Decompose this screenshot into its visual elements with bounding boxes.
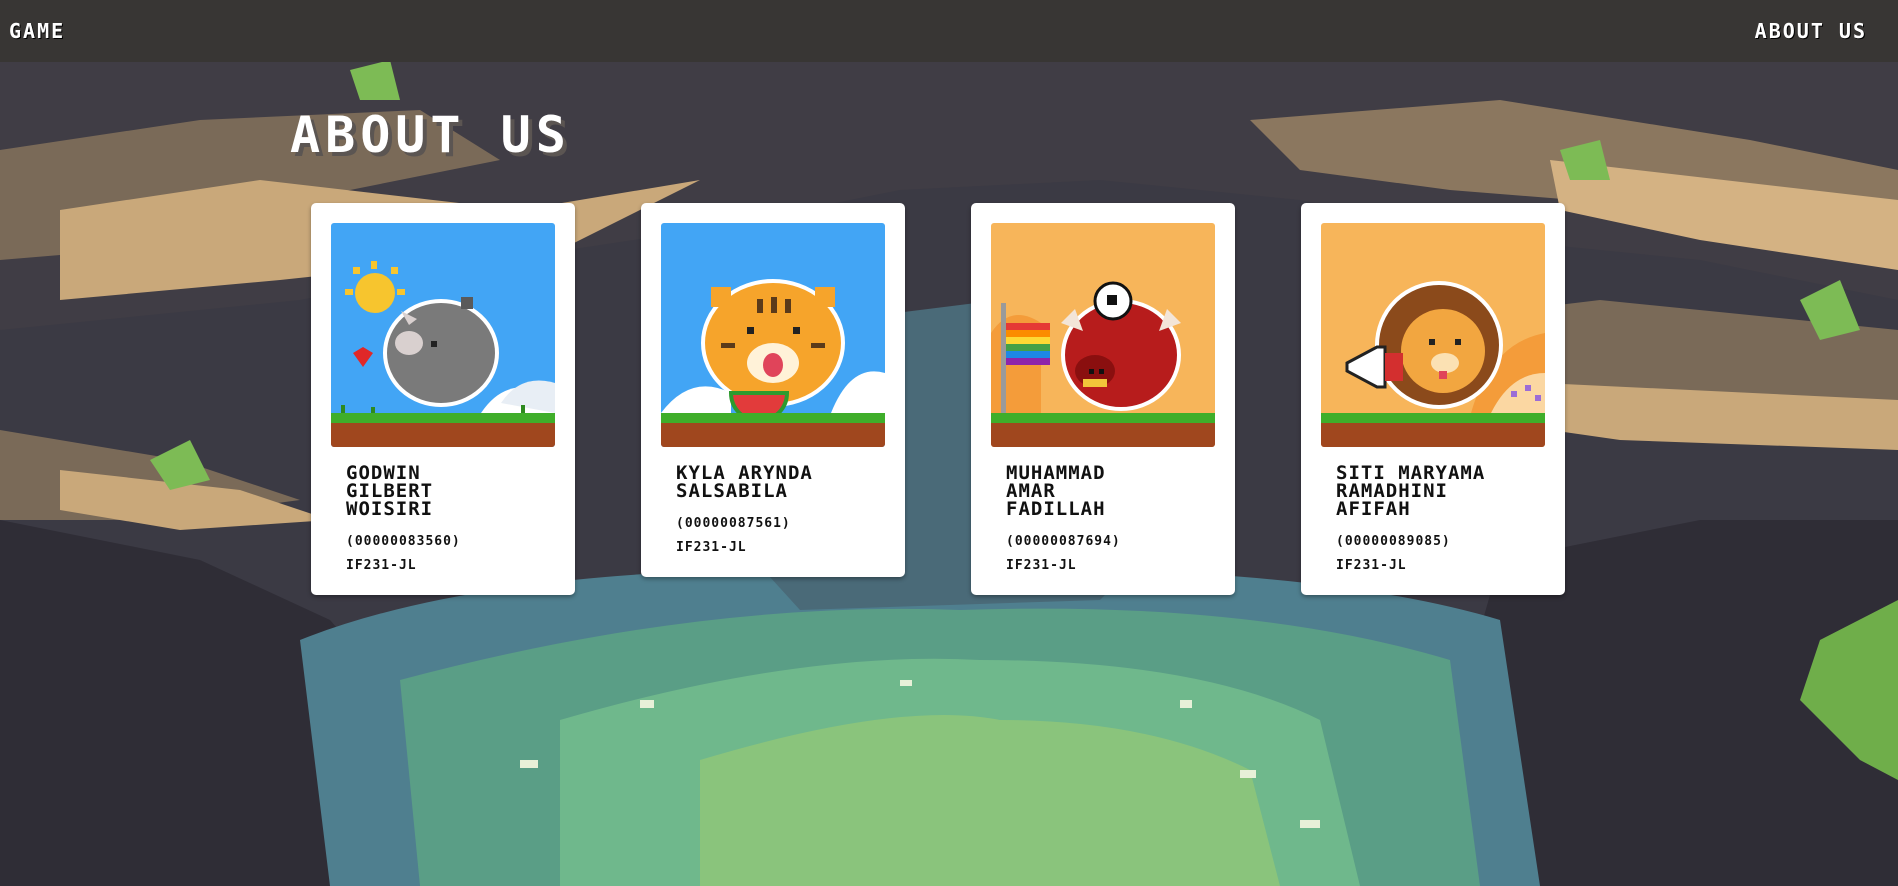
bull-icon [991, 223, 1215, 447]
member-name: GODWIN GILBERT WOISIRI [346, 462, 434, 520]
rhino-icon [331, 223, 555, 447]
member-name: SITI MARYAMA RAMADHINI AFIFAH [1336, 462, 1486, 520]
member-card: GODWIN GILBERT WOISIRI (00000083560) IF2… [311, 203, 575, 595]
member-nim: (00000089085) [1336, 534, 1451, 549]
member-name: MUHAMMAD AMAR FADILLAH [1006, 462, 1106, 520]
member-nim: (00000087561) [676, 516, 791, 531]
member-class: IF231-JL [1336, 558, 1407, 573]
member-name: KYLA ARYNDA SALSABILA [676, 462, 813, 502]
page-title: ABOUT US [290, 106, 571, 164]
member-nim: (00000087694) [1006, 534, 1121, 549]
top-navbar: GAME ABOUT US [0, 0, 1898, 62]
nav-game-link[interactable]: GAME [9, 19, 65, 43]
tiger-icon [661, 223, 885, 447]
member-class: IF231-JL [1006, 558, 1077, 573]
lion-icon [1321, 223, 1545, 447]
nav-about-us-link[interactable]: ABOUT US [1755, 19, 1867, 43]
member-class: IF231-JL [346, 558, 417, 573]
member-class: IF231-JL [676, 540, 747, 555]
member-card: MUHAMMAD AMAR FADILLAH (00000087694) IF2… [971, 203, 1235, 595]
member-card: SITI MARYAMA RAMADHINI AFIFAH (000000890… [1301, 203, 1565, 595]
member-card: KYLA ARYNDA SALSABILA (00000087561) IF23… [641, 203, 905, 577]
background-pixel-landscape [0, 0, 1898, 886]
member-nim: (00000083560) [346, 534, 461, 549]
